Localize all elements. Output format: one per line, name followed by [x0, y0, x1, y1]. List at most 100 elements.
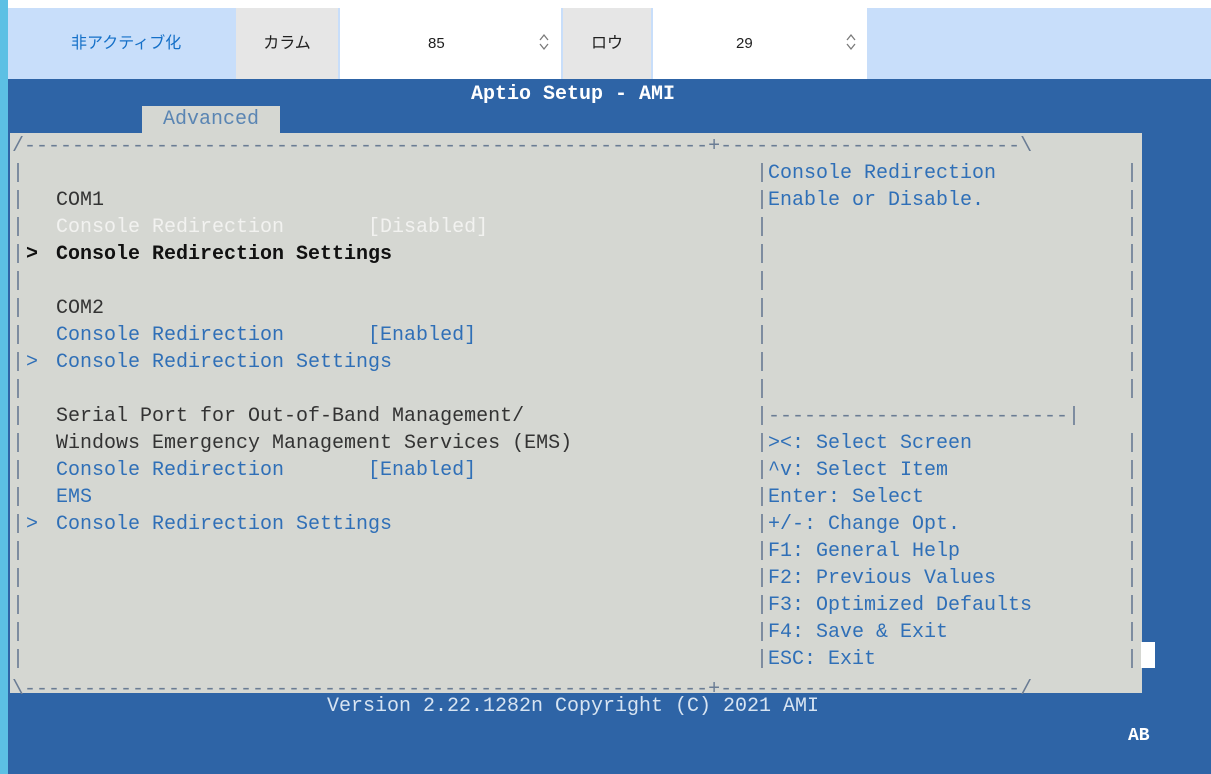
left-border: | [12, 459, 25, 482]
corner-indicator: AB [1128, 726, 1150, 746]
rows-label: ロウ [563, 8, 651, 79]
mid-border: | [756, 378, 769, 401]
mid-border: | [756, 189, 769, 212]
right-border: | [1126, 594, 1139, 617]
com2-console-redirection[interactable]: Console Redirection [Enabled] [56, 322, 476, 349]
left-border: | [12, 486, 25, 509]
right-border: | [1126, 297, 1139, 320]
key-hint: ><: Select Screen [768, 432, 973, 455]
mid-border: | [756, 459, 769, 482]
com1-settings-arrow: > [26, 243, 39, 266]
mid-border: | [756, 513, 769, 536]
terminal-toolbar: 非アクティブ化 カラム 85 ロウ 29 [8, 8, 1211, 79]
right-border: | [1126, 621, 1139, 644]
left-border: | [12, 648, 25, 671]
columns-value: 85 [428, 35, 445, 52]
rows-value: 29 [736, 35, 753, 52]
com2-header: COM2 [56, 297, 105, 320]
mid-border: | [756, 351, 769, 374]
left-border: | [12, 621, 25, 644]
com2-redirection-settings[interactable]: Console Redirection Settings [56, 349, 392, 376]
mid-border: | [756, 324, 769, 347]
mid-border: | [756, 594, 769, 617]
rows-input[interactable]: 29 [653, 8, 867, 79]
ems-label: EMS [56, 486, 93, 509]
left-border: | [12, 567, 25, 590]
bios-panel: /---------------------------------------… [10, 133, 1142, 701]
help-title: Console Redirection [768, 162, 997, 185]
ems-header: Windows Emergency Management Services (E… [56, 432, 573, 455]
right-border: | [1126, 513, 1139, 536]
left-border: | [12, 216, 25, 239]
mid-border: | [756, 567, 769, 590]
top-border: /---------------------------------------… [12, 135, 1033, 158]
right-border: | [1126, 324, 1139, 347]
right-border: | [1126, 351, 1139, 374]
bios-version-footer: Version 2.22.1282n Copyright (C) 2021 AM… [326, 695, 820, 718]
right-border: | [1126, 459, 1139, 482]
mid-border: | [756, 540, 769, 563]
window-edge [0, 0, 8, 774]
right-border: | [1126, 567, 1139, 590]
mid-border: | [756, 621, 769, 644]
left-border: | [12, 162, 25, 185]
left-border: | [12, 270, 25, 293]
right-border: | [1126, 243, 1139, 266]
left-border: | [12, 513, 25, 536]
right-border: | [1126, 378, 1139, 401]
ems-redirection-settings[interactable]: Console Redirection Settings [56, 511, 392, 538]
columns-label: カラム [236, 8, 338, 79]
key-hint: ^v: Select Item [768, 459, 949, 482]
ems-settings-arrow: > [26, 513, 39, 536]
left-border: | [12, 351, 25, 374]
mid-border: | [756, 270, 769, 293]
com2-settings-arrow: > [26, 351, 39, 374]
mid-border: | [756, 297, 769, 320]
left-border: | [12, 324, 25, 347]
key-hint: F3: Optimized Defaults [768, 594, 1033, 617]
ems-console-redirection[interactable]: Console Redirection [Enabled] [56, 457, 476, 484]
right-border: | [1126, 540, 1139, 563]
mid-border: | [756, 648, 769, 671]
help-text: Enable or Disable. [768, 189, 985, 212]
tab-advanced[interactable]: Advanced [142, 106, 280, 133]
right-border: | [1126, 486, 1139, 509]
left-border: | [12, 540, 25, 563]
right-border: | [1126, 189, 1139, 212]
mid-border: | [756, 162, 769, 185]
com1-redirection-settings[interactable]: Console Redirection Settings [56, 241, 392, 268]
deactivate-link[interactable]: 非アクティブ化 [71, 24, 181, 64]
bios-title: Aptio Setup - AMI [470, 83, 676, 106]
left-border: | [12, 297, 25, 320]
left-border: | [12, 189, 25, 212]
mid-border: | [756, 432, 769, 455]
left-border: | [12, 378, 25, 401]
mid-border: | [756, 486, 769, 509]
right-border: | [1126, 432, 1139, 455]
bios-terminal[interactable]: Aptio Setup - AMI Advanced /------------… [8, 79, 1211, 774]
right-border: | [1126, 270, 1139, 293]
left-border: | [12, 405, 25, 428]
key-hint: Enter: Select [768, 486, 925, 509]
mid-border: | [756, 216, 769, 239]
left-border: | [12, 432, 25, 455]
key-hint: F4: Save & Exit [768, 621, 949, 644]
columns-input[interactable]: 85 [340, 8, 561, 79]
columns-spinner-icon[interactable] [539, 33, 549, 51]
right-border: | [1126, 162, 1139, 185]
key-hint: +/-: Change Opt. [768, 513, 961, 536]
serial-port-header: Serial Port for Out-of-Band Management/ [56, 405, 525, 428]
com1-console-redirection[interactable]: Console Redirection [Disabled] [56, 214, 488, 241]
key-hint: F1: General Help [768, 540, 961, 563]
help-divider: |-------------------------| [756, 405, 1081, 428]
left-border: | [12, 243, 25, 266]
left-border: | [12, 594, 25, 617]
com1-header: COM1 [56, 189, 105, 212]
right-border: | [1126, 216, 1139, 239]
right-border: | [1126, 648, 1139, 671]
mid-border: | [756, 243, 769, 266]
rows-spinner-icon[interactable] [846, 33, 856, 51]
key-hint: ESC: Exit [768, 648, 877, 671]
key-hint: F2: Previous Values [768, 567, 997, 590]
text-cursor [1141, 642, 1155, 668]
